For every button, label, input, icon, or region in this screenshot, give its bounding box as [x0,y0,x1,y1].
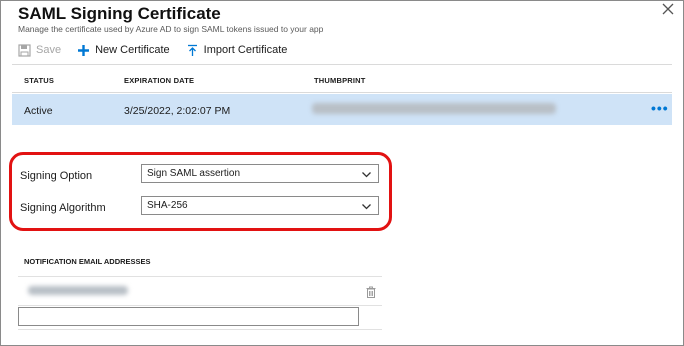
column-header-expiration[interactable]: EXPIRATION DATE [124,76,194,85]
chevron-down-icon [362,172,371,178]
notification-email-header: NOTIFICATION EMAIL ADDRESSES [24,257,151,266]
toolbar: Save New Certificate Import Certificate [18,41,303,59]
upload-icon [186,44,199,57]
email-address-input[interactable] [18,307,359,326]
new-certificate-button[interactable]: New Certificate [77,44,170,57]
column-header-status[interactable]: STATUS [24,76,54,85]
email-redacted [28,286,128,295]
close-icon[interactable] [660,3,676,19]
save-icon [18,43,31,57]
new-certificate-label: New Certificate [95,44,170,56]
signing-algorithm-label: Signing Algorithm [20,202,106,214]
import-certificate-label: Import Certificate [203,44,288,56]
panel-title: SAML Signing Certificate [18,4,221,23]
save-button[interactable]: Save [18,43,62,57]
panel-subtitle: Manage the certificate used by Azure AD … [18,24,324,34]
divider [18,305,382,306]
signing-algorithm-select[interactable]: SHA-256 [141,196,379,215]
column-header-thumbprint[interactable]: THUMBPRINT [314,76,366,85]
signing-option-select[interactable]: Sign SAML assertion [141,164,379,183]
list-item [18,277,382,305]
divider [18,329,382,330]
plus-icon [77,44,90,57]
trash-icon[interactable] [366,285,376,298]
cell-status: Active [24,105,53,117]
chevron-down-icon [362,204,371,210]
thumbprint-redacted [312,103,556,114]
more-icon[interactable]: ••• [651,100,669,116]
signing-option-value: Sign SAML assertion [147,168,241,179]
signing-option-label: Signing Option [20,170,93,182]
toolbar-divider [12,64,672,65]
save-label: Save [36,44,62,56]
cell-expiration: 3/25/2022, 2:02:07 PM [124,105,231,117]
signing-algorithm-value: SHA-256 [147,200,188,211]
table-header-divider [12,92,672,93]
import-certificate-button[interactable]: Import Certificate [186,44,288,57]
